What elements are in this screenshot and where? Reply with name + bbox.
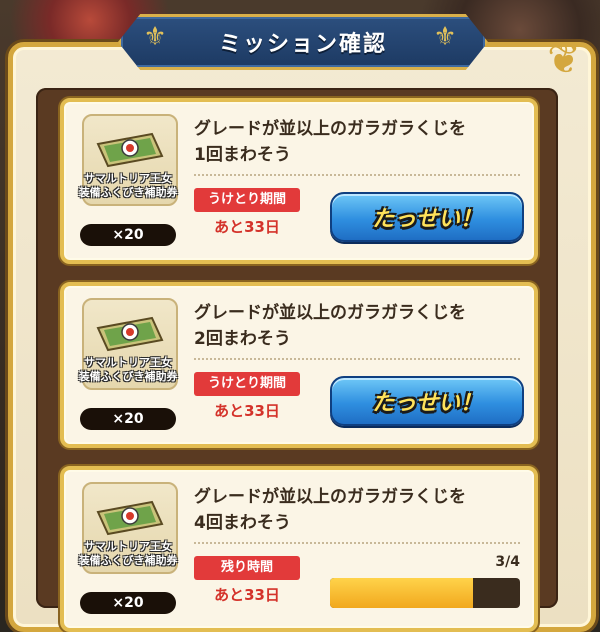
mission-description-line1: グレードが並以上のガラガラくじを (194, 119, 466, 139)
reward-quantity: ×20 (80, 408, 176, 430)
mission-description-line2: 2回まわそう (194, 329, 291, 349)
progress-bar (330, 578, 520, 608)
mission-description-line1: グレードが並以上のガラガラくじを (194, 487, 466, 507)
achieve-button[interactable]: たっせい！ (330, 376, 524, 426)
mission-description-line2: 1回まわそう (194, 145, 291, 165)
mission-description: グレードが並以上のガラガラくじを 4回まわそう (194, 484, 524, 536)
reward-quantity: ×20 (80, 592, 176, 614)
progress-count: 3/4 (495, 554, 520, 570)
mission-card: サマルトリア王女 装備ふくびき補助券 ×20 グレードが並以上のガラガラくじを … (60, 98, 538, 264)
mission-description: グレードが並以上のガラガラくじを 1回まわそう (194, 116, 524, 168)
claim-period-badge: うけとり期間 (194, 372, 300, 396)
claim-period-badge: うけとり期間 (194, 188, 300, 212)
page-title: ミッション確認 (218, 32, 387, 57)
mission-card: サマルトリア王女 装備ふくびき補助券 ×20 グレードが並以上のガラガラくじを … (60, 282, 538, 448)
reward-name-line2: 装備ふくびき補助券 (78, 370, 178, 383)
fleur-right-icon: ⚜ (433, 22, 457, 52)
ticket-icon (96, 132, 164, 168)
reward-quantity: ×20 (80, 224, 176, 246)
achieve-button[interactable]: たっせい！ (330, 192, 524, 242)
mission-description-line1: グレードが並以上のガラガラくじを (194, 303, 466, 323)
ticket-icon (96, 500, 164, 536)
reward-name: サマルトリア王女 装備ふくびき補助券 (76, 540, 180, 568)
reward-item: サマルトリア王女 装備ふくびき補助券 ×20 (76, 298, 180, 432)
reward-name: サマルトリア王女 装備ふくびき補助券 (76, 356, 180, 384)
progress-fill (330, 578, 473, 608)
corner-ornament-icon: ❦ (547, 37, 581, 83)
reward-item: サマルトリア王女 装備ふくびき補助券 ×20 (76, 482, 180, 616)
time-remaining-badge: 残り時間 (194, 556, 300, 580)
reward-name: サマルトリア王女 装備ふくびき補助券 (76, 172, 180, 200)
mission-description-line2: 4回まわそう (194, 513, 291, 533)
mission-card: サマルトリア王女 装備ふくびき補助券 ×20 グレードが並以上のガラガラくじを … (60, 466, 538, 632)
reward-name-line2: 装備ふくびき補助券 (78, 554, 178, 567)
mission-description: グレードが並以上のガラガラくじを 2回まわそう (194, 300, 524, 352)
remaining-days: あと33日 (214, 586, 280, 604)
fleur-left-icon: ⚜ (143, 22, 167, 52)
divider (194, 542, 520, 544)
reward-name-line2: 装備ふくびき補助券 (78, 186, 178, 199)
divider (194, 174, 520, 176)
reward-name-line1: サマルトリア王女 (84, 172, 172, 185)
reward-name-line1: サマルトリア王女 (84, 356, 172, 369)
divider (194, 358, 520, 360)
remaining-days: あと33日 (214, 402, 280, 420)
ticket-icon (96, 316, 164, 352)
remaining-days: あと33日 (214, 218, 280, 236)
reward-name-line1: サマルトリア王女 (84, 540, 172, 553)
achieve-button-label: たっせい！ (371, 207, 482, 232)
achieve-button-label: たっせい！ (371, 391, 482, 416)
reward-item: サマルトリア王女 装備ふくびき補助券 ×20 (76, 114, 180, 248)
